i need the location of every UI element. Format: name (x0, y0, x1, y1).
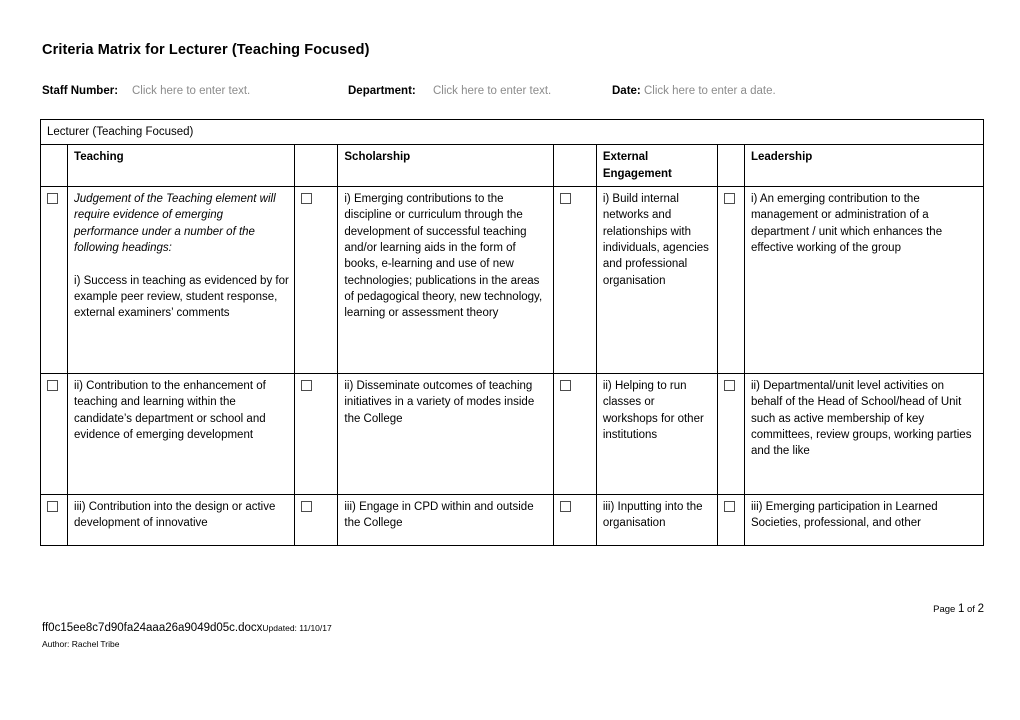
table-row: Judgement of the Teaching element will r… (39, 185, 985, 374)
checkbox-scholarship-i[interactable] (294, 185, 339, 374)
cell-scholarship-i: i) Emerging contributions to the discipl… (337, 185, 554, 374)
page-number-of: of (967, 604, 975, 615)
checkbox-icon[interactable] (47, 192, 58, 204)
column-header-scholarship: Scholarship (337, 144, 554, 187)
page-break-gap (0, 597, 1020, 617)
header-spacer-teaching-checkbox (39, 144, 69, 187)
footer-author: Author: Rachel Tribe (42, 638, 120, 649)
checkbox-teaching-iii[interactable] (39, 493, 69, 546)
checkbox-icon[interactable] (301, 192, 313, 204)
checkbox-external-ii[interactable] (552, 372, 597, 495)
checkbox-teaching-i[interactable] (39, 185, 69, 374)
metadata-row: Staff Number: Click here to enter text. … (42, 85, 982, 103)
checkbox-icon[interactable] (47, 379, 58, 391)
checkbox-leadership-ii[interactable] (716, 372, 745, 495)
page-number-current: 1 (957, 603, 965, 615)
column-header-teaching: Teaching (67, 144, 296, 187)
cell-leadership-i: i) An emerging contribution to the manag… (743, 185, 985, 374)
cell-leadership-iii: iii) Emerging participation in Learned S… (743, 493, 985, 546)
document-footer: ff0c15ee8c7d90fa24aaa26a9049d05c.docxUpd… (42, 620, 332, 650)
header-spacer-scholarship-checkbox (294, 144, 339, 187)
page-number-prefix: Page (933, 604, 956, 615)
date-input[interactable]: Click here to enter a date. (644, 85, 776, 97)
table-band-row: Lecturer (Teaching Focused) (40, 118, 984, 146)
table-header-row: Teaching Scholarship External Engagement… (39, 144, 985, 187)
checkbox-leadership-i[interactable] (716, 185, 745, 374)
checkbox-icon[interactable] (559, 500, 571, 512)
header-spacer-external-checkbox (552, 144, 597, 187)
table-row: ii) Contribution to the enhancement of t… (39, 372, 985, 495)
checkbox-scholarship-ii[interactable] (294, 372, 339, 495)
cell-scholarship-ii: ii) Disseminate outcomes of teaching ini… (337, 372, 554, 495)
header-spacer-leadership-checkbox (716, 144, 745, 187)
checkbox-icon[interactable] (559, 379, 571, 391)
cell-external-engagement-i: i) Build internal networks and relations… (595, 185, 718, 374)
table-row: iii) Contribution into the design or act… (39, 493, 985, 546)
cell-teaching-ii: ii) Contribution to the enhancement of t… (67, 372, 296, 495)
cell-teaching-iii: iii) Contribution into the design or act… (67, 493, 296, 546)
checkbox-external-i[interactable] (552, 185, 597, 374)
page-number: Page 1 of 2 (933, 603, 984, 615)
cell-teaching-i: Judgement of the Teaching element will r… (67, 185, 296, 374)
cell-external-engagement-ii: ii) Helping to run classes or workshops … (595, 372, 718, 495)
checkbox-icon[interactable] (301, 500, 313, 512)
date-label: Date: (612, 85, 641, 97)
department-input[interactable]: Click here to enter text. (433, 85, 551, 97)
checkbox-icon[interactable] (47, 500, 58, 512)
page-title: Criteria Matrix for Lecturer (Teaching F… (42, 42, 370, 58)
document-page: Criteria Matrix for Lecturer (Teaching F… (0, 0, 1020, 720)
cell-scholarship-iii: iii) Engage in CPD within and outside th… (337, 493, 554, 546)
cell-external-engagement-iii: iii) Inputting into the organisation (595, 493, 718, 546)
cell-text: i) Success in teaching as evidenced by f… (74, 274, 289, 320)
checkbox-icon[interactable] (559, 192, 571, 204)
cell-leadership-ii: ii) Departmental/unit level activities o… (743, 372, 985, 495)
page-number-total: 2 (977, 603, 984, 615)
checkbox-icon[interactable] (723, 379, 735, 391)
checkbox-icon[interactable] (723, 500, 735, 512)
staff-number-input[interactable]: Click here to enter text. (132, 85, 250, 97)
checkbox-leadership-iii[interactable] (716, 493, 745, 546)
teaching-judgement-note: Judgement of the Teaching element will r… (74, 192, 276, 254)
checkbox-scholarship-iii[interactable] (294, 493, 339, 546)
checkbox-teaching-ii[interactable] (39, 372, 69, 495)
band-title: Lecturer (Teaching Focused) (40, 118, 984, 146)
checkbox-icon[interactable] (723, 192, 735, 204)
staff-number-label: Staff Number: (42, 85, 119, 97)
checkbox-icon[interactable] (301, 379, 313, 391)
criteria-matrix-table: Lecturer (Teaching Focused) Teaching Sch… (39, 118, 985, 546)
column-header-leadership: Leadership (743, 144, 985, 187)
footer-filename: ff0c15ee8c7d90fa24aaa26a9049d05c.docx (42, 622, 263, 634)
column-header-external-engagement: External Engagement (595, 144, 718, 187)
department-label: Department: (348, 85, 416, 97)
footer-updated: Updated: 11/10/17 (262, 623, 332, 633)
checkbox-external-iii[interactable] (552, 493, 597, 546)
